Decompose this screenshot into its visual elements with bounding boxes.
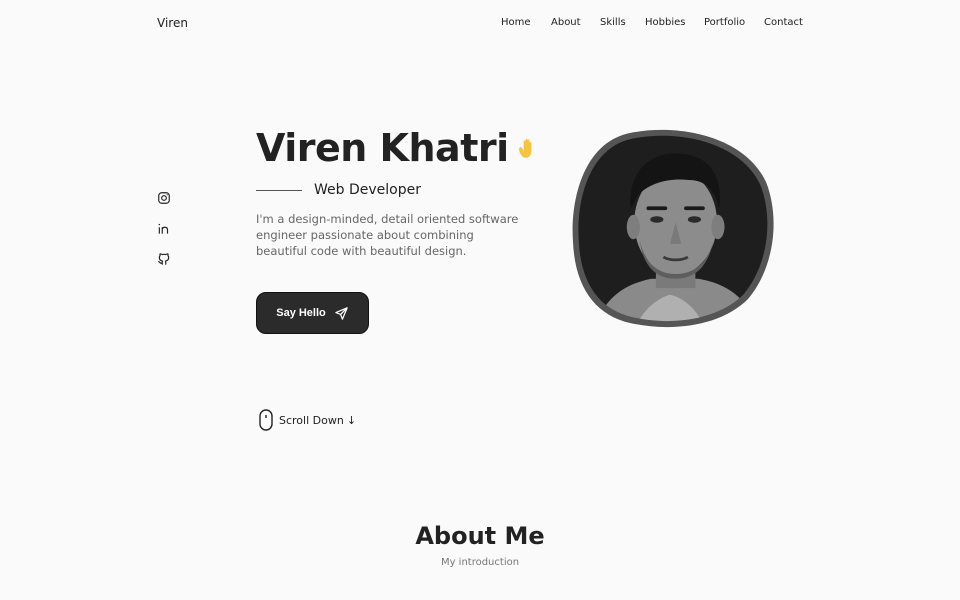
say-hello-label: Say Hello (276, 307, 326, 319)
say-hello-button[interactable]: Say Hello (256, 292, 369, 334)
profile-photo (572, 129, 774, 328)
arrow-down-icon: ↓ (346, 413, 357, 427)
scroll-down-label: Scroll Down (279, 413, 344, 427)
nav-skills[interactable]: Skills (600, 17, 626, 28)
nav-portfolio[interactable]: Portfolio (704, 17, 745, 28)
send-icon (335, 306, 348, 320)
about-subtitle: My introduction (440, 557, 520, 568)
about-title: About Me (415, 522, 545, 550)
role-divider (256, 189, 302, 191)
github-icon[interactable] (157, 252, 171, 266)
nav-home[interactable]: Home (501, 17, 531, 28)
site-header: Viren Home About Skills Hobbies Portfoli… (0, 0, 960, 48)
role-text: Web Developer (314, 182, 421, 198)
hero-name-text: Viren Khatri (256, 126, 509, 170)
mouse-icon (259, 409, 273, 431)
instagram-icon[interactable] (157, 191, 171, 205)
nav-about[interactable]: About (551, 17, 581, 28)
hero-name: Viren Khatri (256, 126, 541, 170)
hero-role: Web Developer (256, 182, 421, 198)
nav-contact[interactable]: Contact (764, 17, 803, 28)
scroll-down-link[interactable]: Scroll Down ↓ (259, 409, 356, 431)
linkedin-icon[interactable] (157, 222, 171, 236)
waving-hand-icon (518, 138, 532, 158)
site-logo[interactable]: Viren (157, 16, 188, 30)
portfolio-page: Viren Home About Skills Hobbies Portfoli… (0, 0, 960, 600)
hero-description: I'm a design-minded, detail oriented sof… (256, 212, 519, 258)
nav-hobbies[interactable]: Hobbies (645, 17, 685, 28)
